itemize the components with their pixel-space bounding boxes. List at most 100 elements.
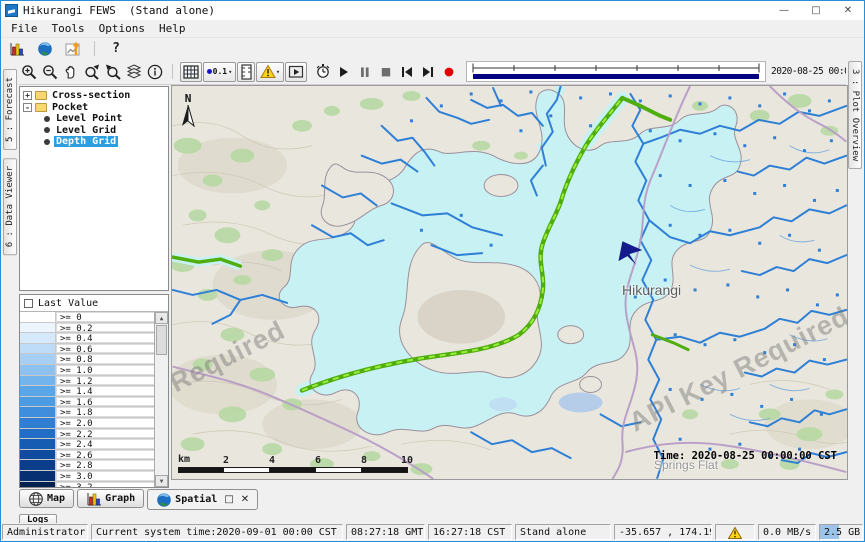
animation-button[interactable] <box>285 62 307 82</box>
scale-segment: 6 <box>270 467 316 473</box>
interval-value: 0.1 <box>213 67 227 76</box>
time-slider[interactable] <box>466 61 766 82</box>
app-icon <box>5 4 18 17</box>
tree-node-depth-grid[interactable]: Depth Grid <box>20 136 168 148</box>
legend-row: >= 1.2 <box>20 376 154 387</box>
pause-button[interactable] <box>355 62 375 82</box>
skip-to-start-button[interactable] <box>397 62 417 82</box>
interval-dropdown[interactable]: 0.1▾ <box>203 62 236 82</box>
plot-overview-tab[interactable]: 3 : Plot Overview <box>848 61 862 169</box>
tree-node-pocket[interactable]: - Pocket <box>20 102 168 114</box>
timer-button[interactable] <box>313 62 333 82</box>
tree-node-label[interactable]: Level Grid <box>54 125 118 136</box>
scalebar-toggle-button[interactable] <box>237 62 255 82</box>
legend-color-swatch <box>20 439 56 449</box>
record-button[interactable] <box>439 62 459 82</box>
tab-map[interactable]: Map <box>19 489 74 508</box>
legend-class-label: >= 0.8 <box>56 354 154 364</box>
chart-export-button[interactable] <box>60 39 86 59</box>
tree-node-level-point[interactable]: Level Point <box>20 113 168 125</box>
shortcut-tab[interactable]: 6 : Data Viewer <box>3 158 17 255</box>
scale-tick-label: 4 <box>269 455 275 466</box>
layers-button[interactable] <box>124 62 144 82</box>
menu-bar: FileToolsOptionsHelp <box>1 20 864 37</box>
scroll-down-icon[interactable]: ▼ <box>155 475 168 487</box>
place-label-hikurangi: Hikurangi <box>622 282 681 298</box>
last-value-checkbox[interactable] <box>24 299 33 308</box>
menu-item[interactable]: Options <box>92 21 152 36</box>
menu-item[interactable]: File <box>4 21 45 36</box>
folder-icon <box>35 91 47 100</box>
scroll-thumb[interactable] <box>156 325 167 355</box>
tree-node-level-grid[interactable]: Level Grid <box>20 125 168 137</box>
status-warning-cell[interactable] <box>715 524 755 540</box>
left-tab-strip: 5 : Forecast 6 : Data Viewer <box>1 59 19 523</box>
scale-bar: km 246810 <box>178 454 408 473</box>
stop-button[interactable] <box>376 62 396 82</box>
scale-segment: 8 <box>316 467 362 473</box>
tree-node-label[interactable]: Cross-section <box>50 90 132 101</box>
help-button[interactable]: ? <box>103 39 129 59</box>
info-button[interactable] <box>145 62 165 82</box>
maximize-button[interactable]: □ <box>800 1 832 20</box>
status-gmt-time: 08:27:18 GMT <box>346 524 425 540</box>
close-button[interactable]: ✕ <box>832 1 864 20</box>
expander-icon[interactable]: - <box>23 103 32 112</box>
legend-color-swatch <box>20 365 56 375</box>
bullet-icon <box>44 127 50 133</box>
minimize-button[interactable]: — <box>768 1 800 20</box>
shortcut-tab[interactable]: 5 : Forecast <box>3 69 17 150</box>
menu-item[interactable]: Help <box>152 21 193 36</box>
legend-row: >= 2.2 <box>20 429 154 440</box>
chevron-down-icon: ▾ <box>228 68 232 76</box>
legend-color-swatch <box>20 386 56 396</box>
left-panel: + Cross-section - Pocket Level Point Lev… <box>19 86 169 488</box>
tab-graph[interactable]: Graph <box>77 489 144 508</box>
legend-class-label: >= 1.2 <box>56 376 154 386</box>
skip-to-end-button[interactable] <box>418 62 438 82</box>
pan-button[interactable] <box>61 62 81 82</box>
zoom-next-button[interactable] <box>103 62 123 82</box>
tree-node-label[interactable]: Level Point <box>54 113 124 124</box>
layers-tree: + Cross-section - Pocket Level Point Lev… <box>19 86 169 291</box>
grid-toggle-button[interactable] <box>180 62 202 82</box>
legend-row: >= 2.0 <box>20 418 154 429</box>
tab-maximize-icon[interactable]: □ <box>224 494 233 505</box>
menu-item[interactable]: Tools <box>45 21 92 36</box>
legend-class-label: >= 2.4 <box>56 439 154 449</box>
toolbar-separator <box>94 41 95 56</box>
tree-node-label[interactable]: Pocket <box>50 102 90 113</box>
scale-segment: 10 <box>362 467 408 473</box>
legend-header: Last Value <box>20 295 168 312</box>
status-system-time: Current system time:2020-09-01 00:00 CST <box>91 524 343 540</box>
scroll-track[interactable] <box>155 324 168 475</box>
map-canvas[interactable]: N API Key Required API Key Required Hiku… <box>171 85 848 480</box>
legend-color-swatch <box>20 354 56 364</box>
legend-row: >= 0 <box>20 312 154 323</box>
legend-scrollbar[interactable]: ▲ ▼ <box>155 312 168 487</box>
legend-color-swatch <box>20 429 56 439</box>
scroll-up-icon[interactable]: ▲ <box>155 312 168 324</box>
globe-icon <box>156 492 171 508</box>
map-art <box>172 86 847 479</box>
expander-icon[interactable]: + <box>23 91 32 100</box>
tab-spatial[interactable]: Spatial □ ✕ <box>147 489 258 510</box>
legend-row: >= 0.8 <box>20 354 154 365</box>
warnings-dropdown[interactable]: ▾ <box>256 62 284 82</box>
tree-node-label-selected[interactable]: Depth Grid <box>54 136 118 147</box>
zoom-previous-button[interactable] <box>82 62 102 82</box>
legend-color-swatch <box>20 397 56 407</box>
scale-unit-label: km <box>178 454 190 465</box>
status-user: Administrator <box>2 524 88 540</box>
globe-button[interactable] <box>32 39 58 59</box>
play-button[interactable] <box>334 62 354 82</box>
window-title: Hikurangi FEWS (Stand alone) <box>23 4 215 17</box>
tab-close-icon[interactable]: ✕ <box>241 494 249 505</box>
zoom-in-button[interactable] <box>19 62 39 82</box>
legend-class-label: >= 3.0 <box>56 471 154 481</box>
north-label: N <box>180 92 196 105</box>
tree-node-cross-section[interactable]: + Cross-section <box>20 90 168 102</box>
right-tab-strip: 3 : Plot Overview <box>846 59 864 523</box>
database-chart-button[interactable] <box>4 39 30 59</box>
zoom-out-button[interactable] <box>40 62 60 82</box>
